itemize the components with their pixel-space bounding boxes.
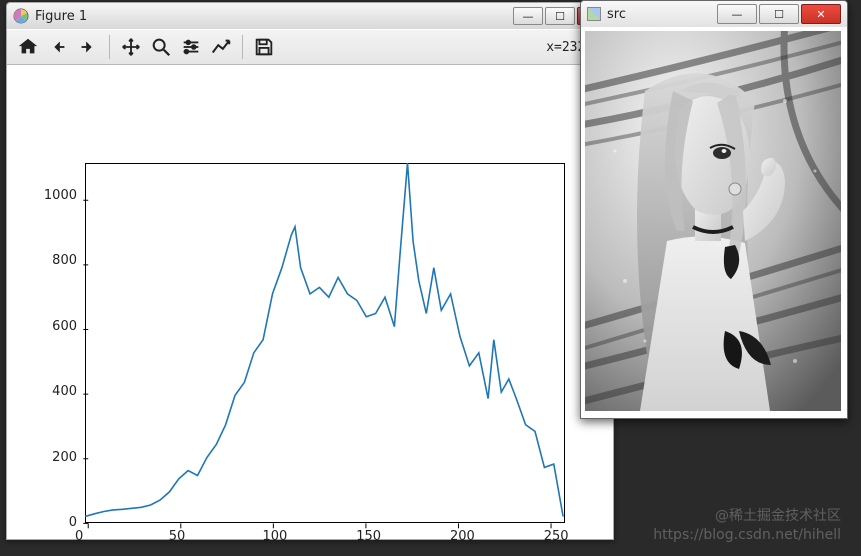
matplotlib-icon <box>13 8 29 24</box>
forward-arrow-icon[interactable] <box>73 32 103 62</box>
chart-area[interactable]: 02004006008001000 050100150200250 <box>7 65 613 539</box>
y-tick-label: 600 <box>37 319 77 334</box>
y-tick-label: 0 <box>37 515 77 530</box>
x-tick-label: 0 <box>75 529 83 544</box>
y-tick-label: 800 <box>37 253 77 268</box>
opencv-icon <box>587 7 601 21</box>
src-image-body <box>581 27 847 418</box>
src-title: src <box>607 7 715 22</box>
figure-window: Figure 1 — ☐ ✕ <box>6 2 614 540</box>
home-icon[interactable] <box>13 32 43 62</box>
save-icon[interactable] <box>249 32 279 62</box>
src-image <box>585 31 841 411</box>
x-tick-label: 100 <box>263 529 288 544</box>
watermark: @稀土掘金技术社区 https://blog.csdn.net/hihell <box>653 507 841 546</box>
x-tick-label: 150 <box>356 529 381 544</box>
maximize-button[interactable]: ☐ <box>545 7 575 25</box>
edit-axis-icon[interactable] <box>206 32 236 62</box>
figure-toolbar: x=232.1 <box>7 29 613 65</box>
axis-ticks <box>85 163 595 553</box>
maximize-button[interactable]: ☐ <box>759 4 799 24</box>
minimize-button[interactable]: — <box>513 7 543 25</box>
minimize-button[interactable]: — <box>717 4 757 24</box>
src-window-controls: — ☐ ✕ <box>715 4 841 24</box>
close-button[interactable]: ✕ <box>801 4 841 24</box>
zoom-icon[interactable] <box>146 32 176 62</box>
x-tick-label: 250 <box>544 529 569 544</box>
figure-title: Figure 1 <box>35 9 511 24</box>
pan-icon[interactable] <box>116 32 146 62</box>
src-window: src — ☐ ✕ <box>580 0 848 419</box>
y-tick-label: 200 <box>37 450 77 465</box>
y-tick-label: 1000 <box>37 188 77 203</box>
toolbar-separator <box>109 35 110 59</box>
watermark-line-2: https://blog.csdn.net/hihell <box>653 526 841 546</box>
watermark-line-1: @稀土掘金技术社区 <box>653 507 841 527</box>
x-tick-label: 50 <box>169 529 186 544</box>
figure-titlebar[interactable]: Figure 1 — ☐ ✕ <box>7 3 613 29</box>
x-tick-label: 200 <box>450 529 475 544</box>
src-titlebar[interactable]: src — ☐ ✕ <box>581 1 847 27</box>
plot-axes <box>85 163 565 523</box>
y-tick-label: 400 <box>37 384 77 399</box>
toolbar-separator <box>242 35 243 59</box>
configure-subplots-icon[interactable] <box>176 32 206 62</box>
back-arrow-icon[interactable] <box>43 32 73 62</box>
